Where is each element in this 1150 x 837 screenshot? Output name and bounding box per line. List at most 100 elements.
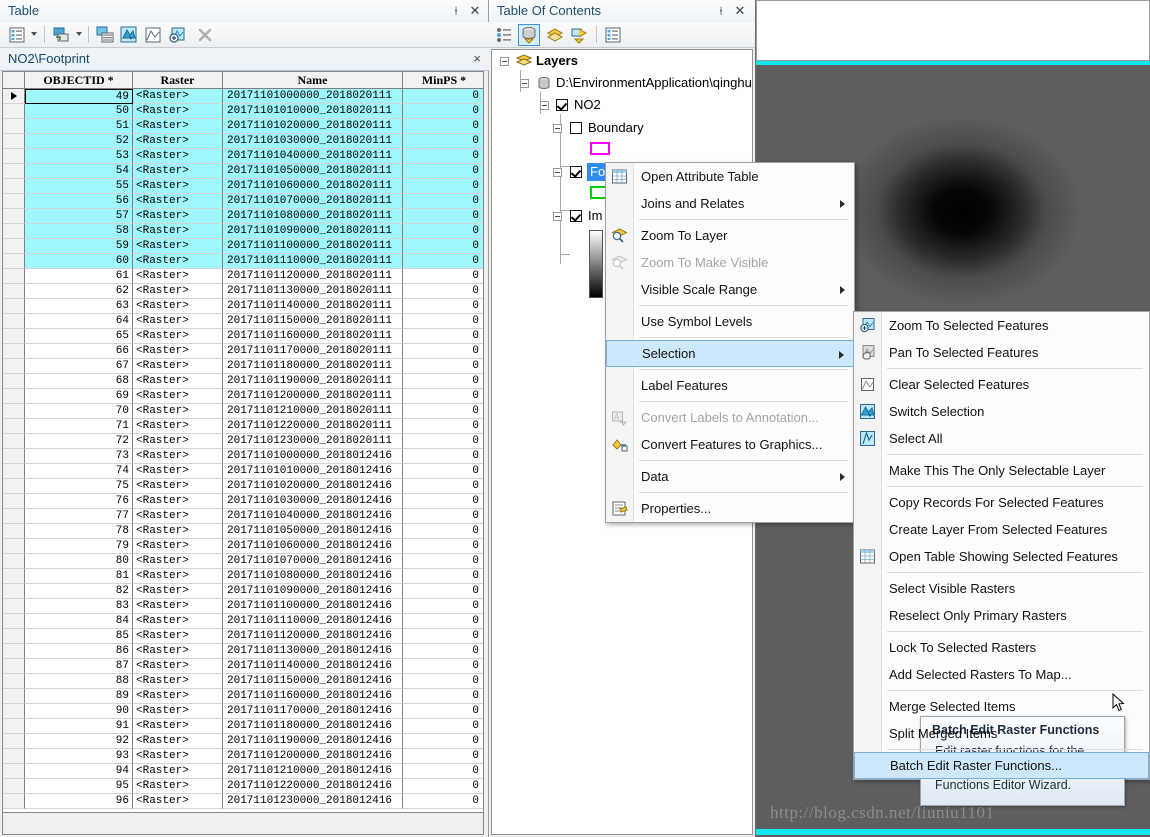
table-cell-raster[interactable]: <Raster> [133,329,223,344]
table-cell-name[interactable]: 20171101050000_2018020111 [223,164,403,179]
list-by-visibility-icon[interactable] [546,26,564,44]
menu-item-joins-and-relates[interactable]: Joins and Relates [606,190,854,217]
table-cell-objectid[interactable]: 69 [25,389,133,404]
table-cell-name[interactable]: 20171101230000_2018012416 [223,794,403,809]
table-header-objectid[interactable]: OBJECTID * [25,72,133,89]
table-cell-name[interactable]: 20171101140000_2018020111 [223,299,403,314]
table-row-selector[interactable] [3,524,25,539]
table-cell-name[interactable]: 20171101000000_2018020111 [223,89,403,104]
table-row-selector[interactable] [3,629,25,644]
table-row[interactable]: 87<Raster>20171101140000_20180124160 [3,659,483,674]
expander-icon[interactable] [500,57,509,66]
table-row[interactable]: 85<Raster>20171101120000_20180124160 [3,629,483,644]
table-row-selector[interactable] [3,794,25,809]
table-row-selector[interactable] [3,134,25,149]
menu-item-selection[interactable]: Selection [606,340,854,367]
table-header-minps[interactable]: MinPS * [403,72,484,89]
table-cell-minps[interactable]: 0 [403,314,484,329]
table-cell-objectid[interactable]: 70 [25,404,133,419]
table-cell-name[interactable]: 20171101220000_2018020111 [223,419,403,434]
table-cell-objectid[interactable]: 72 [25,434,133,449]
table-row[interactable]: 79<Raster>20171101060000_20180124160 [3,539,483,554]
table-cell-objectid[interactable]: 66 [25,344,133,359]
table-cell-name[interactable]: 20171101130000_2018012416 [223,644,403,659]
table-row-selector[interactable] [3,299,25,314]
table-row[interactable]: 49<Raster>20171101000000_20180201110 [3,89,483,104]
table-cell-minps[interactable]: 0 [403,104,484,119]
table-cell-objectid[interactable]: 50 [25,104,133,119]
table-cell-raster[interactable]: <Raster> [133,419,223,434]
table-row-selector[interactable] [3,269,25,284]
table-cell-name[interactable]: 20171101210000_2018012416 [223,764,403,779]
table-row-selector[interactable] [3,224,25,239]
table-cell-raster[interactable]: <Raster> [133,554,223,569]
table-row[interactable]: 69<Raster>20171101200000_20180201110 [3,389,483,404]
table-cell-name[interactable]: 20171101010000_2018012416 [223,464,403,479]
table-row[interactable]: 53<Raster>20171101040000_20180201110 [3,149,483,164]
table-cell-name[interactable]: 20171101060000_2018020111 [223,179,403,194]
table-cell-raster[interactable]: <Raster> [133,314,223,329]
table-row[interactable]: 92<Raster>20171101190000_20180124160 [3,734,483,749]
table-cell-raster[interactable]: <Raster> [133,569,223,584]
table-row-selector[interactable] [3,419,25,434]
menu-item-lock-to-selected-rasters[interactable]: Lock To Selected Rasters [854,634,1149,661]
table-cell-name[interactable]: 20171101020000_2018012416 [223,479,403,494]
table-cell-minps[interactable]: 0 [403,494,484,509]
table-cell-objectid[interactable]: 57 [25,209,133,224]
table-cell-name[interactable]: 20171101230000_2018020111 [223,434,403,449]
table-row-selector[interactable] [3,149,25,164]
table-cell-minps[interactable]: 0 [403,209,484,224]
table-cell-name[interactable]: 20171101000000_2018012416 [223,449,403,464]
table-row-selector[interactable] [3,119,25,134]
table-row[interactable]: 78<Raster>20171101050000_20180124160 [3,524,483,539]
menu-item-open-table-showing-selected-features[interactable]: Open Table Showing Selected Features [854,543,1149,570]
table-cell-minps[interactable]: 0 [403,629,484,644]
related-tables-dropdown-arrow[interactable] [76,32,82,36]
table-cell-minps[interactable]: 0 [403,269,484,284]
table-cell-name[interactable]: 20171101200000_2018012416 [223,749,403,764]
table-cell-objectid[interactable]: 74 [25,464,133,479]
table-row[interactable]: 77<Raster>20171101040000_20180124160 [3,509,483,524]
table-row-selector[interactable] [3,554,25,569]
table-cell-raster[interactable]: <Raster> [133,449,223,464]
table-cell-raster[interactable]: <Raster> [133,584,223,599]
table-cell-name[interactable]: 20171101220000_2018012416 [223,779,403,794]
table-row[interactable]: 66<Raster>20171101170000_20180201110 [3,344,483,359]
table-cell-name[interactable]: 20171101040000_2018020111 [223,149,403,164]
table-cell-name[interactable]: 20171101040000_2018012416 [223,509,403,524]
toc-checkbox-footprint[interactable] [570,166,582,178]
table-cell-minps[interactable]: 0 [403,599,484,614]
table-row-selector[interactable] [3,569,25,584]
table-cell-name[interactable]: 20171101140000_2018012416 [223,659,403,674]
toc-checkbox-boundary[interactable] [570,122,582,134]
table-row-selector[interactable] [3,614,25,629]
table-cell-minps[interactable]: 0 [403,749,484,764]
pin-icon[interactable]: ⍿ [713,3,729,19]
table-row[interactable]: 88<Raster>20171101150000_20180124160 [3,674,483,689]
table-cell-raster[interactable]: <Raster> [133,389,223,404]
table-cell-minps[interactable]: 0 [403,509,484,524]
menu-item-make-this-the-only-selectable-layer[interactable]: Make This The Only Selectable Layer [854,457,1149,484]
pin-icon[interactable]: ⍿ [448,3,464,19]
menu-item-convert-features-to-graphics[interactable]: Convert Features to Graphics... [606,431,854,458]
table-cell-name[interactable]: 20171101090000_2018020111 [223,224,403,239]
table-cell-objectid[interactable]: 95 [25,779,133,794]
table-cell-raster[interactable]: <Raster> [133,134,223,149]
table-cell-minps[interactable]: 0 [403,449,484,464]
table-cell-name[interactable]: 20171101030000_2018012416 [223,494,403,509]
table-cell-raster[interactable]: <Raster> [133,794,223,809]
table-row[interactable]: 67<Raster>20171101180000_20180201110 [3,359,483,374]
table-cell-raster[interactable]: <Raster> [133,119,223,134]
zoom-to-selected-icon[interactable] [168,26,186,44]
table-cell-raster[interactable]: <Raster> [133,764,223,779]
table-cell-objectid[interactable]: 60 [25,254,133,269]
table-cell-raster[interactable]: <Raster> [133,269,223,284]
show-all-records-icon[interactable] [96,26,114,44]
table-row[interactable]: 82<Raster>20171101090000_20180124160 [3,584,483,599]
table-document-tab-close-icon[interactable]: × [473,51,481,66]
menu-item-select-all[interactable]: Select All [854,425,1149,452]
table-cell-name[interactable]: 20171101080000_2018012416 [223,569,403,584]
table-row-selector[interactable] [3,359,25,374]
table-row[interactable]: 70<Raster>20171101210000_20180201110 [3,404,483,419]
table-cell-objectid[interactable]: 62 [25,284,133,299]
